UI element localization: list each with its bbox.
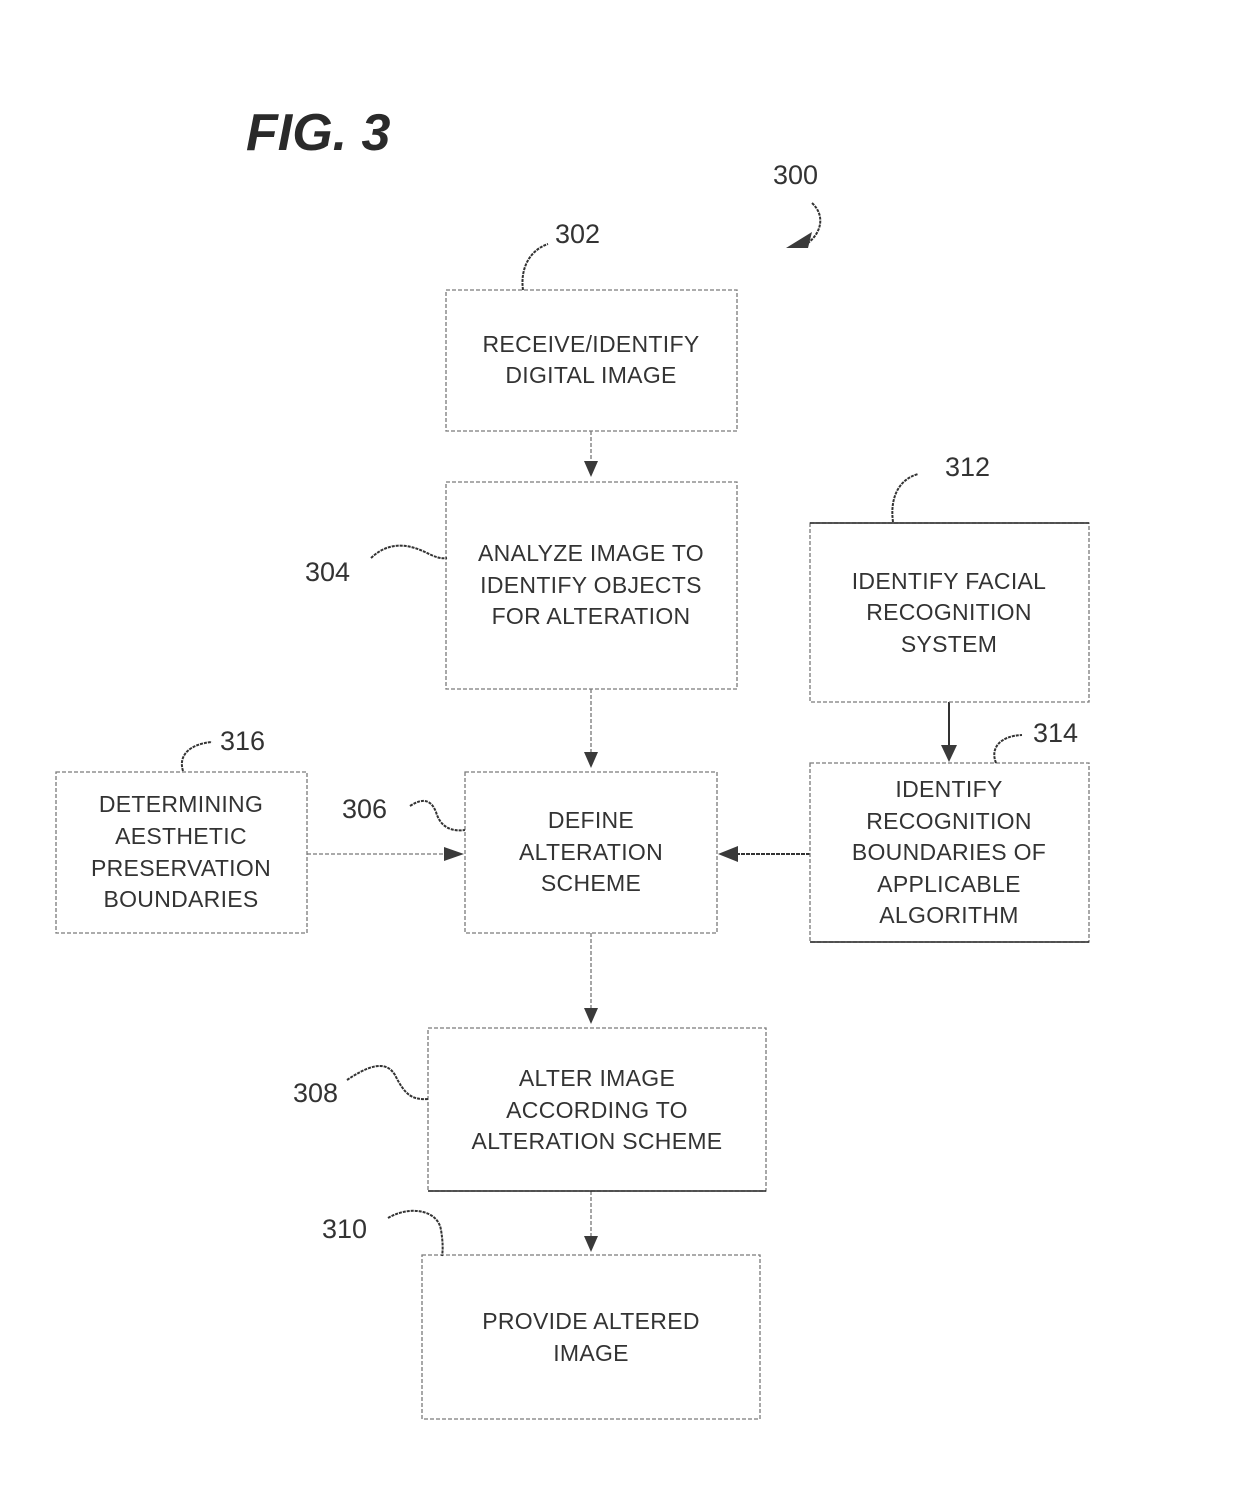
node-310-line-1: PROVIDE ALTERED xyxy=(482,1308,700,1334)
node-314-line-1: IDENTIFY xyxy=(895,776,1002,802)
edge-304-306 xyxy=(584,689,598,768)
ref-306-leader xyxy=(409,799,466,832)
ref-308-label: 308 xyxy=(293,1078,338,1108)
node-316-line-1: DETERMINING xyxy=(99,791,263,817)
edge-302-304 xyxy=(584,431,598,477)
node-310-line-2: IMAGE xyxy=(553,1340,629,1366)
arrowhead-down-icon xyxy=(941,745,957,762)
node-308-line-1: ALTER IMAGE xyxy=(519,1065,675,1091)
arrowhead-down-icon xyxy=(584,461,598,477)
edge-316-306 xyxy=(307,847,464,861)
ref-314-leader xyxy=(993,734,1023,764)
node-314-line-2: RECOGNITION xyxy=(866,808,1032,834)
node-302-line-2: DIGITAL IMAGE xyxy=(505,362,676,388)
node-304: ANALYZE IMAGE TO IDENTIFY OBJECTS FOR AL… xyxy=(445,481,738,690)
node-302: RECEIVE/IDENTIFY DIGITAL IMAGE xyxy=(445,289,738,432)
ref-302-leader xyxy=(521,243,549,291)
node-312: IDENTIFY FACIAL RECOGNITION SYSTEM xyxy=(809,522,1090,703)
edge-306-308 xyxy=(584,933,598,1024)
node-306-line-2: ALTERATION xyxy=(519,839,663,865)
edge-308-310 xyxy=(584,1191,598,1252)
ref-314-label: 314 xyxy=(1033,718,1078,748)
node-314: IDENTIFY RECOGNITION BOUNDARIES OF APPLI… xyxy=(809,762,1090,943)
edge-314-306 xyxy=(718,846,810,862)
node-312-line-2: RECOGNITION xyxy=(866,599,1032,625)
node-308-line-2: ACCORDING TO xyxy=(506,1097,688,1123)
node-316-line-3: PRESERVATION xyxy=(91,855,271,881)
node-310: PROVIDE ALTERED IMAGE xyxy=(421,1254,761,1420)
ref-302-label: 302 xyxy=(555,219,600,249)
arrowhead-down-icon xyxy=(584,1236,598,1252)
node-314-line-3: BOUNDARIES OF xyxy=(852,839,1046,865)
node-314-line-4: APPLICABLE xyxy=(877,871,1021,897)
ref-312-leader xyxy=(891,473,919,523)
ref-316-leader xyxy=(180,741,213,772)
ref-316-label: 316 xyxy=(220,726,265,756)
node-306: DEFINE ALTERATION SCHEME xyxy=(464,771,718,934)
node-316-line-2: AESTHETIC xyxy=(115,823,247,849)
ref-310-leader xyxy=(387,1209,444,1257)
node-304-line-3: FOR ALTERATION xyxy=(492,603,691,629)
edge-312-314 xyxy=(941,702,957,762)
arrowhead-down-icon xyxy=(584,752,598,768)
ref-312-label: 312 xyxy=(945,452,990,482)
node-308: ALTER IMAGE ACCORDING TO ALTERATION SCHE… xyxy=(427,1027,767,1192)
node-302-line-1: RECEIVE/IDENTIFY xyxy=(483,331,700,357)
node-306-line-3: SCHEME xyxy=(541,870,641,896)
ref-304-leader xyxy=(370,544,448,560)
arrowhead-down-icon xyxy=(584,1008,598,1024)
ref-308-leader xyxy=(346,1064,429,1101)
node-316-line-4: BOUNDARIES xyxy=(103,886,258,912)
flowchart-diagram: FIG. 3 300 RECEIVE/IDENTIFY DIGITAL IMAG… xyxy=(55,104,1090,1420)
node-304-line-1: ANALYZE IMAGE TO xyxy=(478,540,704,566)
ref-306-label: 306 xyxy=(342,794,387,824)
node-314-line-5: ALGORITHM xyxy=(879,902,1018,928)
node-304-line-2: IDENTIFY OBJECTS xyxy=(480,572,702,598)
arrowhead-right-icon xyxy=(444,847,464,861)
node-306-line-1: DEFINE xyxy=(548,807,634,833)
figure-reference-arrow-icon xyxy=(786,232,812,248)
node-312-line-3: SYSTEM xyxy=(901,631,997,657)
arrowhead-left-icon xyxy=(718,846,738,862)
node-316: DETERMINING AESTHETIC PRESERVATION BOUND… xyxy=(55,771,308,934)
figure-title: FIG. 3 xyxy=(246,104,391,162)
figure-reference-label: 300 xyxy=(773,160,818,190)
node-312-line-1: IDENTIFY FACIAL xyxy=(852,568,1047,594)
ref-304-label: 304 xyxy=(305,557,350,587)
node-308-line-3: ALTERATION SCHEME xyxy=(472,1128,723,1154)
ref-310-label: 310 xyxy=(322,1214,367,1244)
